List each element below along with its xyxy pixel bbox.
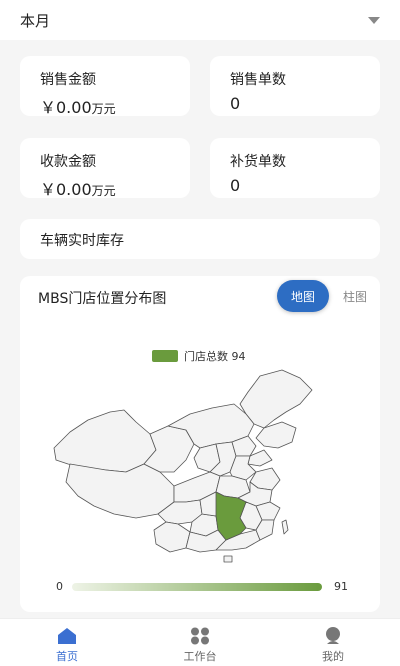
- map-region: [153, 521, 191, 553]
- stat-label: 销售金额: [40, 72, 96, 88]
- user-icon: [326, 627, 340, 644]
- store-map-card: MBS门店位置分布图 地图 柱图 门店总数 94 0 91: [20, 276, 380, 612]
- bottom-tab-bar: 首页 工作台 我的: [0, 618, 400, 666]
- stat-card-restock-count[interactable]: 补货单数 0: [210, 138, 380, 198]
- stat-label: 补货单数: [230, 154, 286, 170]
- map-region: [223, 555, 233, 563]
- tab-home[interactable]: 首页: [32, 623, 102, 665]
- range-min-label: 0: [56, 580, 63, 593]
- china-map[interactable]: [50, 368, 350, 563]
- stat-value: ￥0.00万元: [40, 98, 116, 117]
- tab-label: 工作台: [183, 650, 217, 663]
- range-max-label: 91: [334, 580, 348, 593]
- tab-workbench[interactable]: 工作台: [165, 623, 235, 665]
- map-legend[interactable]: 门店总数 94: [152, 348, 246, 364]
- stat-label: 收款金额: [40, 154, 96, 170]
- visual-map-range[interactable]: 0 91: [56, 580, 348, 594]
- tab-mine[interactable]: 我的: [298, 623, 368, 665]
- tab-label: 首页: [56, 650, 78, 663]
- period-label: 本月: [20, 11, 51, 30]
- stat-card-sales-count[interactable]: 销售单数 0: [210, 56, 380, 116]
- map-title: MBS门店位置分布图: [38, 291, 167, 307]
- inventory-label: 车辆实时库存: [40, 233, 124, 249]
- period-selector[interactable]: 本月: [0, 0, 400, 40]
- stat-card-sales-amount[interactable]: 销售金额 ￥0.00万元: [20, 56, 190, 117]
- home-icon: [58, 628, 76, 644]
- vehicle-inventory-card[interactable]: 车辆实时库存: [20, 219, 380, 259]
- stat-label: 销售单数: [230, 72, 286, 88]
- map-region: [239, 369, 313, 429]
- legend-swatch: [152, 350, 178, 362]
- map-region: [281, 519, 289, 535]
- bar-view-button[interactable]: 柱图: [335, 280, 375, 312]
- stat-value: 0: [230, 94, 241, 113]
- chevron-down-icon[interactable]: [368, 16, 380, 24]
- map-view-button[interactable]: 地图: [277, 280, 329, 312]
- stat-value: 0: [230, 176, 241, 195]
- stat-card-payment-amount[interactable]: 收款金额 ￥0.00万元: [20, 138, 190, 199]
- map-region: [65, 463, 175, 519]
- tab-label: 我的: [322, 650, 344, 663]
- grid-icon: [191, 627, 209, 645]
- range-gradient-bar[interactable]: [72, 583, 322, 591]
- stat-value: ￥0.00万元: [40, 180, 116, 199]
- legend-label: 门店总数 94: [184, 350, 246, 363]
- map-region: [53, 409, 157, 473]
